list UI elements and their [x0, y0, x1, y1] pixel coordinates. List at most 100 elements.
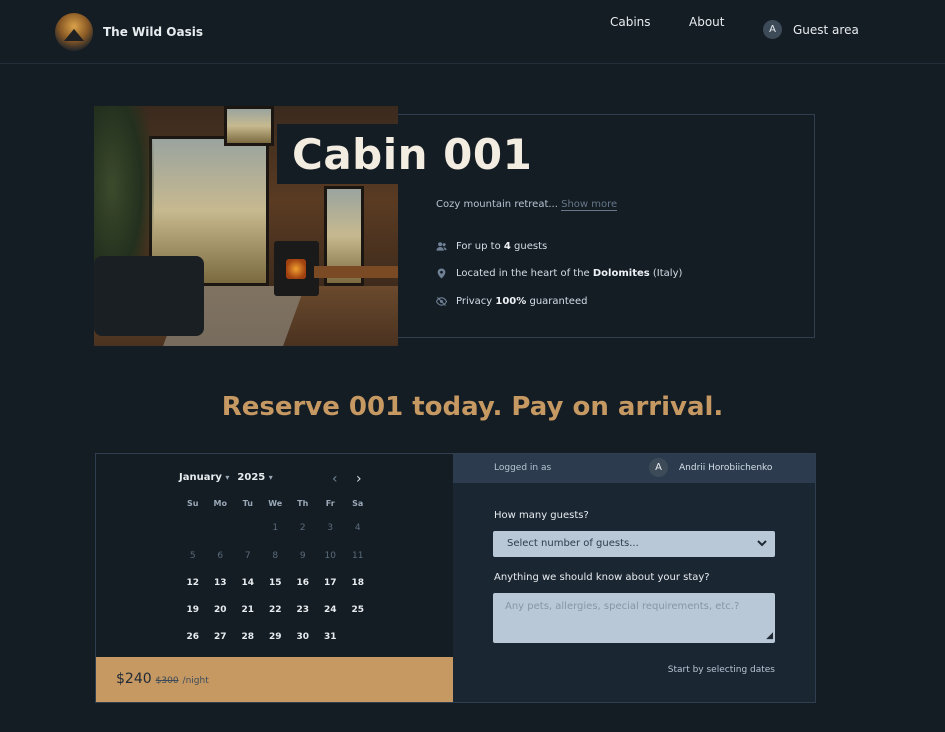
- guest-area-label: Guest area: [793, 22, 859, 37]
- photo-table: [314, 266, 398, 278]
- reservation-form: Logged in as A Andrii Horobiichenko How …: [453, 454, 815, 702]
- cabin-title: Cabin 001: [292, 130, 533, 179]
- calendar-day: 4: [354, 523, 361, 533]
- nav-about-link[interactable]: About: [689, 15, 724, 29]
- month-dropdown[interactable]: January ▾: [179, 472, 229, 483]
- calendar-day[interactable]: 27: [207, 632, 235, 642]
- notes-textarea[interactable]: Any pets, allergies, special requirement…: [493, 593, 775, 643]
- reserve-heading: Reserve 001 today. Pay on arrival.: [221, 392, 724, 422]
- current-price: $240: [116, 671, 152, 687]
- brand-name: The Wild Oasis: [103, 25, 203, 39]
- cabin-description: Cozy mountain retreat... Show more: [436, 199, 618, 211]
- next-month-button[interactable]: ›: [356, 471, 362, 487]
- year-dropdown[interactable]: 2025 ▾: [237, 472, 272, 483]
- user-avatar: A: [763, 20, 782, 39]
- feature-privacy-text: Privacy 100% guaranteed: [456, 296, 588, 307]
- calendar-day: 3: [327, 523, 334, 533]
- calendar-day[interactable]: 21: [234, 605, 262, 615]
- weekday-label: Th: [297, 499, 309, 508]
- calendar-day: 11: [352, 551, 364, 561]
- calendar-week: 5 6 7 8 9 10 11: [179, 551, 372, 561]
- logged-in-user: A Andrii Horobiichenko: [649, 458, 772, 477]
- calendar-day[interactable]: 30: [289, 632, 317, 642]
- date-picker: January ▾ 2025 ▾ ‹ › Su Mo Tu We Th Fr Sa 1234…: [96, 454, 453, 657]
- calendar-day: 9: [299, 551, 306, 561]
- calendar-empty-cell: [207, 523, 235, 533]
- chevron-down-icon: ▾: [268, 473, 273, 482]
- calendar-day[interactable]: 24: [317, 605, 345, 615]
- calendar-day[interactable]: 20: [207, 605, 235, 615]
- weekday-label: Sa: [352, 499, 364, 508]
- eye-slash-icon: [436, 296, 447, 307]
- user-name: Andrii Horobiichenko: [679, 462, 773, 473]
- show-more-button[interactable]: Show more: [561, 199, 618, 211]
- description-text: Cozy mountain retreat...: [436, 199, 558, 210]
- weekday-label: Su: [187, 499, 199, 508]
- calendar-day: 10: [324, 551, 336, 561]
- feature-location-text: Located in the heart of the Dolomites (I…: [456, 268, 683, 279]
- calendar-day[interactable]: 15: [262, 578, 290, 588]
- calendar-caption: January ▾ 2025 ▾: [179, 472, 273, 483]
- weekday-label: Mo: [213, 499, 227, 508]
- year-label: 2025: [237, 472, 266, 483]
- logo-image: [55, 13, 93, 51]
- chevron-down-icon: [757, 540, 767, 547]
- nav-guest-area-link[interactable]: A Guest area: [763, 20, 859, 39]
- calendar-day: 8: [272, 551, 279, 561]
- calendar-day[interactable]: 28: [234, 632, 262, 642]
- calendar-day[interactable]: 25: [344, 605, 372, 615]
- price-bar: $240 $300 /night: [96, 657, 453, 702]
- calendar-day[interactable]: 17: [317, 578, 345, 588]
- calendar-day: 2: [299, 523, 306, 533]
- feature-capacity-text: For up to 4 guests: [456, 241, 548, 252]
- month-label: January: [179, 472, 222, 483]
- prev-month-button[interactable]: ‹: [332, 471, 338, 487]
- weekday-header: Su Mo Tu We Th Fr Sa: [179, 499, 372, 508]
- calendar-day[interactable]: 29: [262, 632, 290, 642]
- calendar-empty-cell: [179, 523, 207, 533]
- feature-privacy: Privacy 100% guaranteed: [436, 296, 587, 307]
- calendar-week: 26 27 28 29 30 31: [179, 632, 372, 642]
- map-pin-icon: [437, 268, 446, 279]
- notes-placeholder: Any pets, allergies, special requirement…: [505, 601, 740, 612]
- select-dates-hint: Start by selecting dates: [667, 665, 775, 675]
- photo-stove: [274, 241, 319, 296]
- photo-window: [224, 106, 274, 146]
- calendar-day: 5: [189, 551, 196, 561]
- weekday-label: Fr: [325, 499, 335, 508]
- calendar-day[interactable]: 31: [317, 632, 345, 642]
- calendar-day[interactable]: 23: [289, 605, 317, 615]
- users-icon: [436, 242, 447, 251]
- price-unit: /night: [182, 676, 209, 686]
- calendar-day[interactable]: 12: [179, 578, 207, 588]
- calendar-day: 1: [272, 523, 279, 533]
- calendar-day: 6: [217, 551, 224, 561]
- logo-link[interactable]: The Wild Oasis: [55, 13, 203, 51]
- original-price: $300: [155, 676, 179, 686]
- calendar-empty-cell: [234, 523, 262, 533]
- weekday-label: Tu: [242, 499, 253, 508]
- calendar-day[interactable]: 16: [289, 578, 317, 588]
- resize-handle-icon[interactable]: ◢: [766, 631, 773, 641]
- weekday-label: We: [268, 499, 283, 508]
- price: $240 $300 /night: [116, 671, 209, 687]
- photo-sofa: [94, 256, 204, 336]
- feature-capacity: For up to 4 guests: [436, 241, 547, 252]
- calendar-day[interactable]: 22: [262, 605, 290, 615]
- calendar-day[interactable]: 13: [207, 578, 235, 588]
- calendar-day[interactable]: 19: [179, 605, 207, 615]
- guests-select[interactable]: Select number of guests...: [493, 531, 775, 557]
- calendar-day[interactable]: 18: [344, 578, 372, 588]
- guests-placeholder: Select number of guests...: [507, 538, 639, 549]
- nav-cabins-link[interactable]: Cabins: [610, 15, 651, 29]
- feature-location: Located in the heart of the Dolomites (I…: [436, 268, 682, 279]
- chevron-down-icon: ▾: [225, 473, 230, 482]
- site-header: The Wild Oasis Cabins About A Guest area: [0, 0, 945, 64]
- calendar-week: 19 20 21 22 23 24 25: [179, 605, 372, 615]
- notes-label: Anything we should know about your stay?: [494, 572, 710, 583]
- calendar-day[interactable]: 26: [179, 632, 207, 642]
- logged-in-bar: Logged in as A Andrii Horobiichenko: [453, 454, 815, 483]
- guests-label: How many guests?: [494, 510, 589, 521]
- calendar-day[interactable]: 14: [234, 578, 262, 588]
- calendar-week: 12 13 14 15 16 17 18: [179, 578, 372, 588]
